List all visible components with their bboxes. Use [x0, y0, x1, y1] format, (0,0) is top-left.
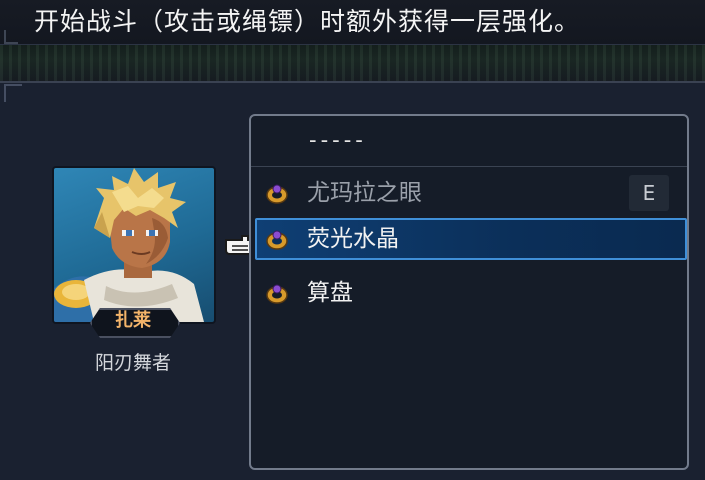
ring-icon — [265, 281, 289, 305]
ring-icon — [265, 181, 289, 205]
accessory-list-panel: ----- 尤玛拉之眼 E 荧光水晶 算盘 — [249, 114, 689, 470]
list-item-luminous-crystal[interactable]: 荧光水晶 — [255, 218, 687, 260]
ring-icon — [265, 227, 289, 251]
character-name: 扎莱 — [115, 310, 151, 331]
item-description: 开始战斗（攻击或绳镖）时额外获得一层强化。 — [34, 7, 581, 36]
list-item-eye-of-yomara[interactable]: 尤玛拉之眼 E — [255, 172, 687, 214]
background-scene-strip — [0, 45, 705, 83]
zale-portrait-art — [54, 168, 204, 322]
none-option-label: ----- — [309, 128, 367, 152]
list-item-abacus[interactable]: 算盘 — [255, 272, 687, 314]
none-option[interactable]: ----- — [251, 116, 687, 167]
item-label: 荧光水晶 — [307, 226, 399, 252]
banner-corner-ornament — [4, 30, 18, 44]
frame-corner-ornament — [4, 84, 22, 102]
item-label: 算盘 — [307, 280, 353, 306]
equipped-badge: E — [629, 175, 669, 211]
character-portrait — [52, 166, 216, 324]
item-label: 尤玛拉之眼 — [307, 180, 422, 206]
description-banner: 开始战斗（攻击或绳镖）时额外获得一层强化。 — [0, 0, 705, 45]
character-class: 阳刃舞者 — [94, 352, 171, 374]
